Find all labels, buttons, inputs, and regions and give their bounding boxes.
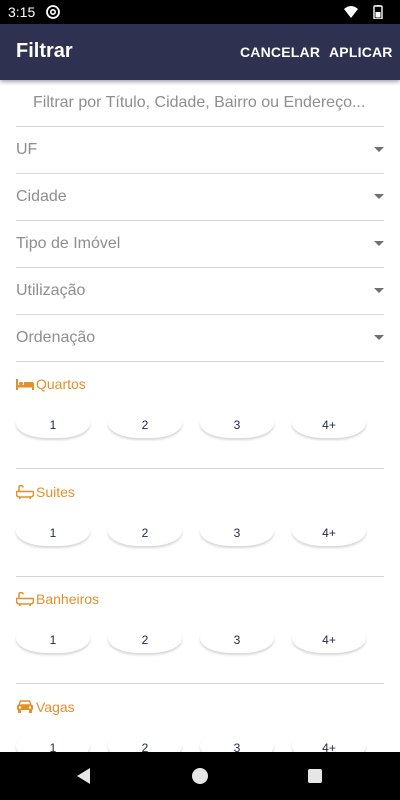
status-time: 3:15 — [8, 4, 36, 20]
vagas-option-2[interactable]: 2 — [108, 731, 182, 752]
option-label: 4+ — [322, 633, 336, 647]
option-label: 4+ — [322, 741, 336, 752]
tipo-imovel-dropdown[interactable]: Tipo de Imóvel — [16, 221, 384, 268]
suites-option-2[interactable]: 2 — [108, 516, 182, 546]
vagas-label: Vagas — [36, 699, 75, 715]
option-label: 2 — [141, 633, 149, 647]
quartos-section: Quartos 1 2 3 4+ — [16, 362, 384, 469]
ordenacao-dropdown[interactable]: Ordenação — [16, 315, 384, 362]
suites-option-4-plus[interactable]: 4+ — [292, 516, 366, 546]
page-title: Filtrar — [16, 40, 73, 62]
utilizacao-dropdown-label: Utilização — [16, 282, 86, 299]
option-label: 4+ — [322, 418, 336, 432]
caret-down-icon — [374, 335, 384, 340]
quartos-label: Quartos — [36, 376, 86, 392]
quartos-option-1[interactable]: 1 — [16, 408, 90, 438]
caret-down-icon — [374, 147, 384, 152]
uf-dropdown[interactable]: UF — [16, 127, 384, 174]
caret-down-icon — [374, 288, 384, 293]
option-label: 3 — [233, 526, 241, 540]
option-label: 1 — [49, 418, 57, 432]
ordenacao-dropdown-label: Ordenação — [16, 329, 96, 346]
option-label: 2 — [141, 526, 149, 540]
battery-icon — [373, 5, 383, 19]
quartos-option-3[interactable]: 3 — [200, 408, 274, 438]
option-label: 1 — [49, 633, 57, 647]
vagas-option-1[interactable]: 1 — [16, 731, 90, 752]
vagas-option-3[interactable]: 3 — [200, 731, 274, 752]
caret-down-icon — [374, 194, 384, 199]
app-bar: Filtrar CANCELAR APLICAR — [0, 24, 400, 80]
option-label: 2 — [141, 741, 149, 752]
vagas-option-4-plus[interactable]: 4+ — [292, 731, 366, 752]
apply-button[interactable]: APLICAR — [329, 44, 393, 60]
filter-screen: 3:15 Filtrar CANCELAR APLICAR UF — [0, 0, 400, 800]
search-field — [16, 80, 384, 127]
suites-label: Suites — [36, 484, 75, 500]
status-icons — [344, 5, 383, 19]
bed-icon — [16, 379, 34, 390]
option-label: 3 — [233, 741, 241, 752]
option-label: 4+ — [322, 526, 336, 540]
bathtub-icon — [16, 592, 34, 606]
filter-form: UF Cidade Tipo de Imóvel Utilização Orde… — [0, 80, 400, 752]
status-bar: 3:15 — [0, 0, 400, 24]
back-icon[interactable] — [72, 764, 96, 788]
suites-option-3[interactable]: 3 — [200, 516, 274, 546]
quartos-option-2[interactable]: 2 — [108, 408, 182, 438]
option-label: 1 — [49, 526, 57, 540]
option-label: 3 — [233, 633, 241, 647]
cidade-dropdown-label: Cidade — [16, 188, 67, 205]
search-input[interactable] — [33, 92, 383, 114]
cancel-button[interactable]: CANCELAR — [240, 44, 320, 60]
banheiros-section: Banheiros 1 2 3 4+ — [16, 577, 384, 684]
car-icon — [17, 700, 33, 713]
recent-apps-icon[interactable] — [303, 764, 327, 788]
suites-section: Suites 1 2 3 4+ — [16, 470, 384, 577]
quartos-option-4-plus[interactable]: 4+ — [292, 408, 366, 438]
navigation-bar — [0, 752, 400, 800]
tipo-imovel-dropdown-label: Tipo de Imóvel — [16, 235, 121, 252]
cidade-dropdown[interactable]: Cidade — [16, 174, 384, 221]
vagas-section: Vagas 1 2 3 4+ — [16, 685, 384, 752]
banheiros-option-2[interactable]: 2 — [108, 623, 182, 653]
option-label: 3 — [233, 418, 241, 432]
option-label: 1 — [49, 741, 57, 752]
home-icon[interactable] — [188, 764, 212, 788]
banheiros-option-3[interactable]: 3 — [200, 623, 274, 653]
bathtub-icon — [16, 485, 34, 499]
banheiros-option-4-plus[interactable]: 4+ — [292, 623, 366, 653]
suites-option-1[interactable]: 1 — [16, 516, 90, 546]
caret-down-icon — [374, 241, 384, 246]
wifi-icon — [344, 6, 358, 18]
banheiros-option-1[interactable]: 1 — [16, 623, 90, 653]
at-sign-icon — [46, 5, 60, 19]
banheiros-label: Banheiros — [36, 591, 100, 607]
uf-dropdown-label: UF — [16, 141, 38, 158]
utilizacao-dropdown[interactable]: Utilização — [16, 268, 384, 315]
option-label: 2 — [141, 418, 149, 432]
